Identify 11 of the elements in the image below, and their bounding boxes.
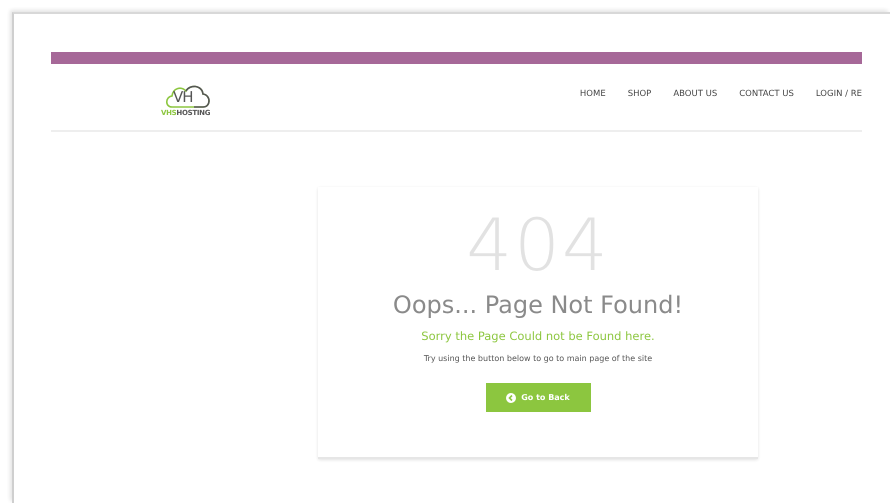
nav-link[interactable]: ABOUT US xyxy=(662,89,728,99)
error-hint: Try using the button below to go to main page of the site xyxy=(424,354,652,363)
error-title: Oops... Page Not Found! xyxy=(392,291,684,319)
nav-link[interactable]: CONTACT US xyxy=(728,89,805,99)
error-subtitle: Sorry the Page Could not be Found here. xyxy=(421,329,655,343)
nav-link[interactable]: SHOP xyxy=(616,89,662,99)
nav-link[interactable]: LOGIN / RE xyxy=(804,89,862,99)
logo-mark: VH xyxy=(173,88,193,106)
cloud-icon xyxy=(164,83,212,109)
nav-link[interactable]: HOME xyxy=(568,89,617,99)
arrow-circle-icon xyxy=(506,392,516,402)
